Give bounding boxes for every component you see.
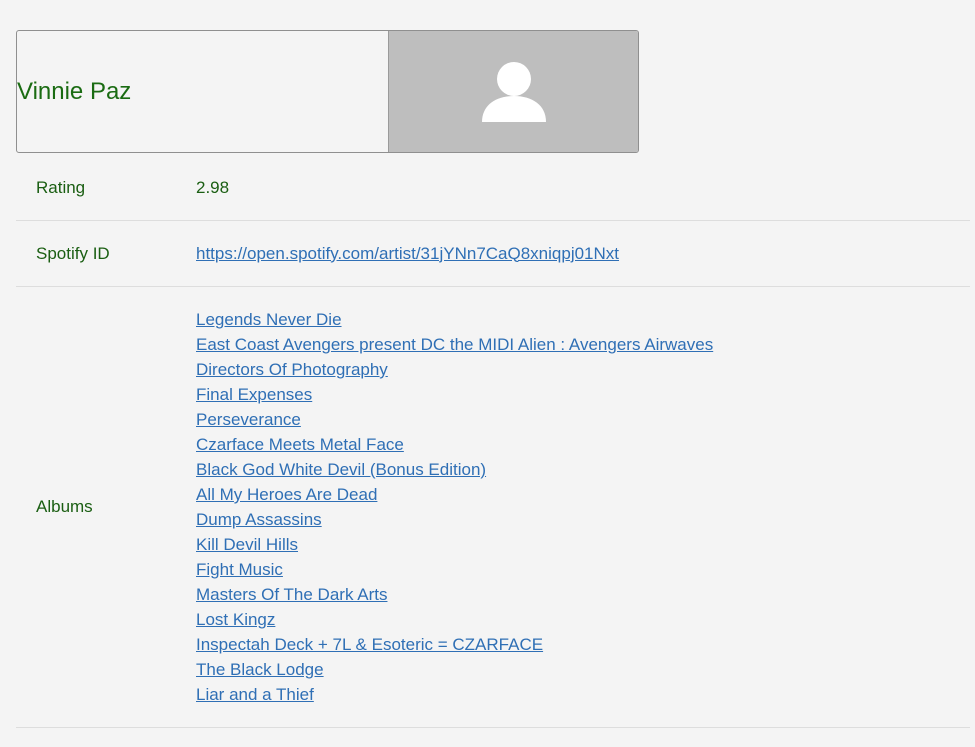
albums-row: Albums Legends Never Die East Coast Aven…	[16, 287, 970, 728]
album-list: Legends Never Die East Coast Avengers pr…	[196, 308, 970, 708]
artist-photo	[388, 31, 638, 152]
album-link[interactable]: Black God White Devil (Bonus Edition)	[196, 460, 486, 479]
rating-value: 2.98	[196, 177, 230, 197]
albums-label: Albums	[36, 497, 93, 516]
spotify-value: https://open.spotify.com/artist/31jYNn7C…	[196, 221, 970, 286]
list-item: Directors Of Photography	[196, 358, 970, 383]
artist-header-card: Vinnie Paz	[16, 30, 639, 153]
album-link[interactable]: East Coast Avengers present DC the MIDI …	[196, 335, 713, 354]
album-link[interactable]: Lost Kingz	[196, 610, 275, 629]
list-item: Masters Of The Dark Arts	[196, 583, 970, 608]
list-item: Liar and a Thief	[196, 683, 970, 708]
list-item: Fight Music	[196, 558, 970, 583]
album-link[interactable]: All My Heroes Are Dead	[196, 485, 377, 504]
album-link[interactable]: Czarface Meets Metal Face	[196, 435, 404, 454]
rating-label: Rating	[36, 177, 86, 197]
list-item: Black God White Devil (Bonus Edition)	[196, 458, 970, 483]
artist-page: Vinnie Paz Rating 2.98 Spotify ID https:…	[0, 0, 975, 747]
artist-info-table: Rating 2.98 Spotify ID https://open.spot…	[16, 155, 970, 728]
album-link[interactable]: Perseverance	[196, 410, 301, 429]
albums-value: Legends Never Die East Coast Avengers pr…	[196, 287, 970, 727]
spotify-link[interactable]: https://open.spotify.com/artist/31jYNn7C…	[196, 244, 619, 264]
list-item: All My Heroes Are Dead	[196, 483, 970, 508]
album-link[interactable]: Final Expenses	[196, 385, 312, 404]
album-link[interactable]: The Black Lodge	[196, 660, 324, 679]
list-item: Czarface Meets Metal Face	[196, 433, 970, 458]
album-link[interactable]: Legends Never Die	[196, 310, 342, 329]
album-link[interactable]: Dump Assassins	[196, 510, 322, 529]
list-item: Kill Devil Hills	[196, 533, 970, 558]
rating-row: Rating 2.98	[16, 155, 970, 221]
spotify-row: Spotify ID https://open.spotify.com/arti…	[16, 221, 970, 287]
list-item: The Black Lodge	[196, 658, 970, 683]
artist-name: Vinnie Paz	[17, 77, 132, 105]
list-item: Lost Kingz	[196, 608, 970, 633]
person-placeholder-icon	[481, 61, 546, 122]
album-link[interactable]: Inspectah Deck + 7L & Esoteric = CZARFAC…	[196, 635, 543, 654]
list-item: East Coast Avengers present DC the MIDI …	[196, 333, 970, 358]
album-link[interactable]: Kill Devil Hills	[196, 535, 298, 554]
album-link[interactable]: Masters Of The Dark Arts	[196, 585, 387, 604]
album-link[interactable]: Directors Of Photography	[196, 360, 388, 379]
album-link[interactable]: Fight Music	[196, 560, 283, 579]
spotify-label: Spotify ID	[36, 243, 110, 263]
list-item: Inspectah Deck + 7L & Esoteric = CZARFAC…	[196, 633, 970, 658]
album-link[interactable]: Liar and a Thief	[196, 685, 314, 704]
list-item: Perseverance	[196, 408, 970, 433]
list-item: Dump Assassins	[196, 508, 970, 533]
list-item: Final Expenses	[196, 383, 970, 408]
list-item: Legends Never Die	[196, 308, 970, 333]
